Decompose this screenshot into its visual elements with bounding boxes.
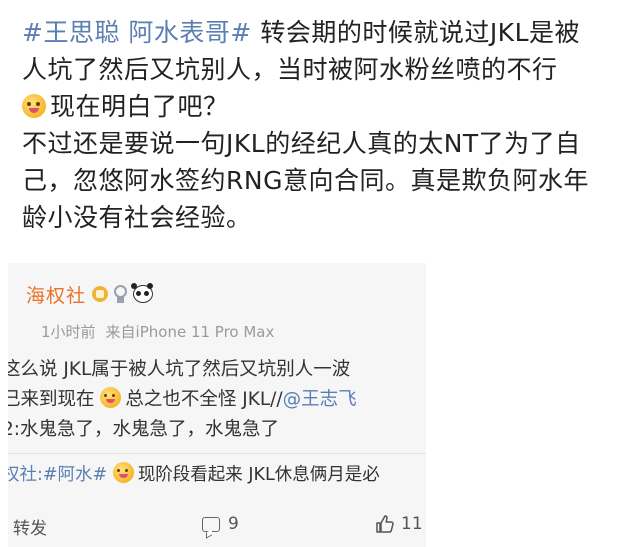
post-line-2: 人坑了然后又坑别人，当时被阿水粉丝喷的不行 [22, 55, 558, 84]
comment-icon [202, 516, 220, 532]
comment-count: 9 [228, 514, 239, 534]
mention-link[interactable]: @王志飞 [283, 389, 357, 410]
repost-line-2: 己来到现在 总之也不全怪 JKL//@王志飞 [8, 387, 357, 410]
card-divider [8, 453, 426, 454]
post-line-5: 己，忽悠阿水签约RNG意向合同。真是欺负阿水年 [22, 166, 589, 195]
card-author-name[interactable]: 海权社 [26, 281, 86, 308]
post-line-3: 现在明白了吧？ [22, 88, 626, 125]
card-header: 海权社 [26, 279, 154, 309]
reposted-card[interactable]: 海权社 1小时前 来自iPhone 11 Pro Max 这么说 JKL属于被人坑… [8, 263, 426, 547]
comment-button[interactable]: 9 [202, 514, 239, 534]
like-icon [376, 515, 394, 533]
post-line-4: 不过还是要说一句JKL的经纪人真的太NT了为了自 [22, 129, 581, 158]
post-text: #王思聪 阿水表哥# 转会期的时候就说过JKL是被 人坑了然后又坑别人，当时被阿… [22, 14, 626, 236]
repost-line-3: 2:水鬼急了，水鬼急了，水鬼急了 [8, 419, 280, 440]
repost-text: 这么说 JKL属于被人坑了然后又坑别人一波 己来到现在 总之也不全怪 JKL//… [8, 355, 426, 445]
grin-emoji-icon [100, 387, 122, 408]
post-time: 1小时前 [41, 323, 96, 341]
repost-button[interactable]: 转发 [13, 514, 47, 539]
medal-icon [113, 285, 128, 303]
topic-link-ashui[interactable]: 阿水表哥# [128, 18, 251, 47]
topic-link-wangsicong[interactable]: #王思聪 [22, 18, 120, 47]
grin-emoji-icon [22, 94, 46, 118]
vip-badge-icon [92, 286, 109, 302]
card-meta: 1小时前 来自iPhone 11 Pro Max [41, 321, 284, 342]
card-comment: 权社:#阿水# 现阶段看起来 JKL休息俩月是必 [8, 461, 426, 489]
like-count: 11 [401, 514, 423, 534]
action-bar: 转发 9 11 [0, 506, 640, 547]
repost-label: 转发 [13, 519, 47, 539]
like-button[interactable]: 11 [375, 514, 423, 534]
post-source: 来自iPhone 11 Pro Max [105, 323, 275, 341]
post-line-6: 龄小没有社会经验。 [22, 203, 252, 232]
repost-line-1: 这么说 JKL属于被人坑了然后又坑别人一波 [8, 359, 351, 380]
comment-user[interactable]: 权社:#阿水# [8, 465, 107, 485]
post-line-1: #王思聪 阿水表哥# 转会期的时候就说过JKL是被 [22, 18, 581, 47]
grin-emoji-icon [112, 462, 134, 483]
panda-icon [131, 283, 154, 303]
